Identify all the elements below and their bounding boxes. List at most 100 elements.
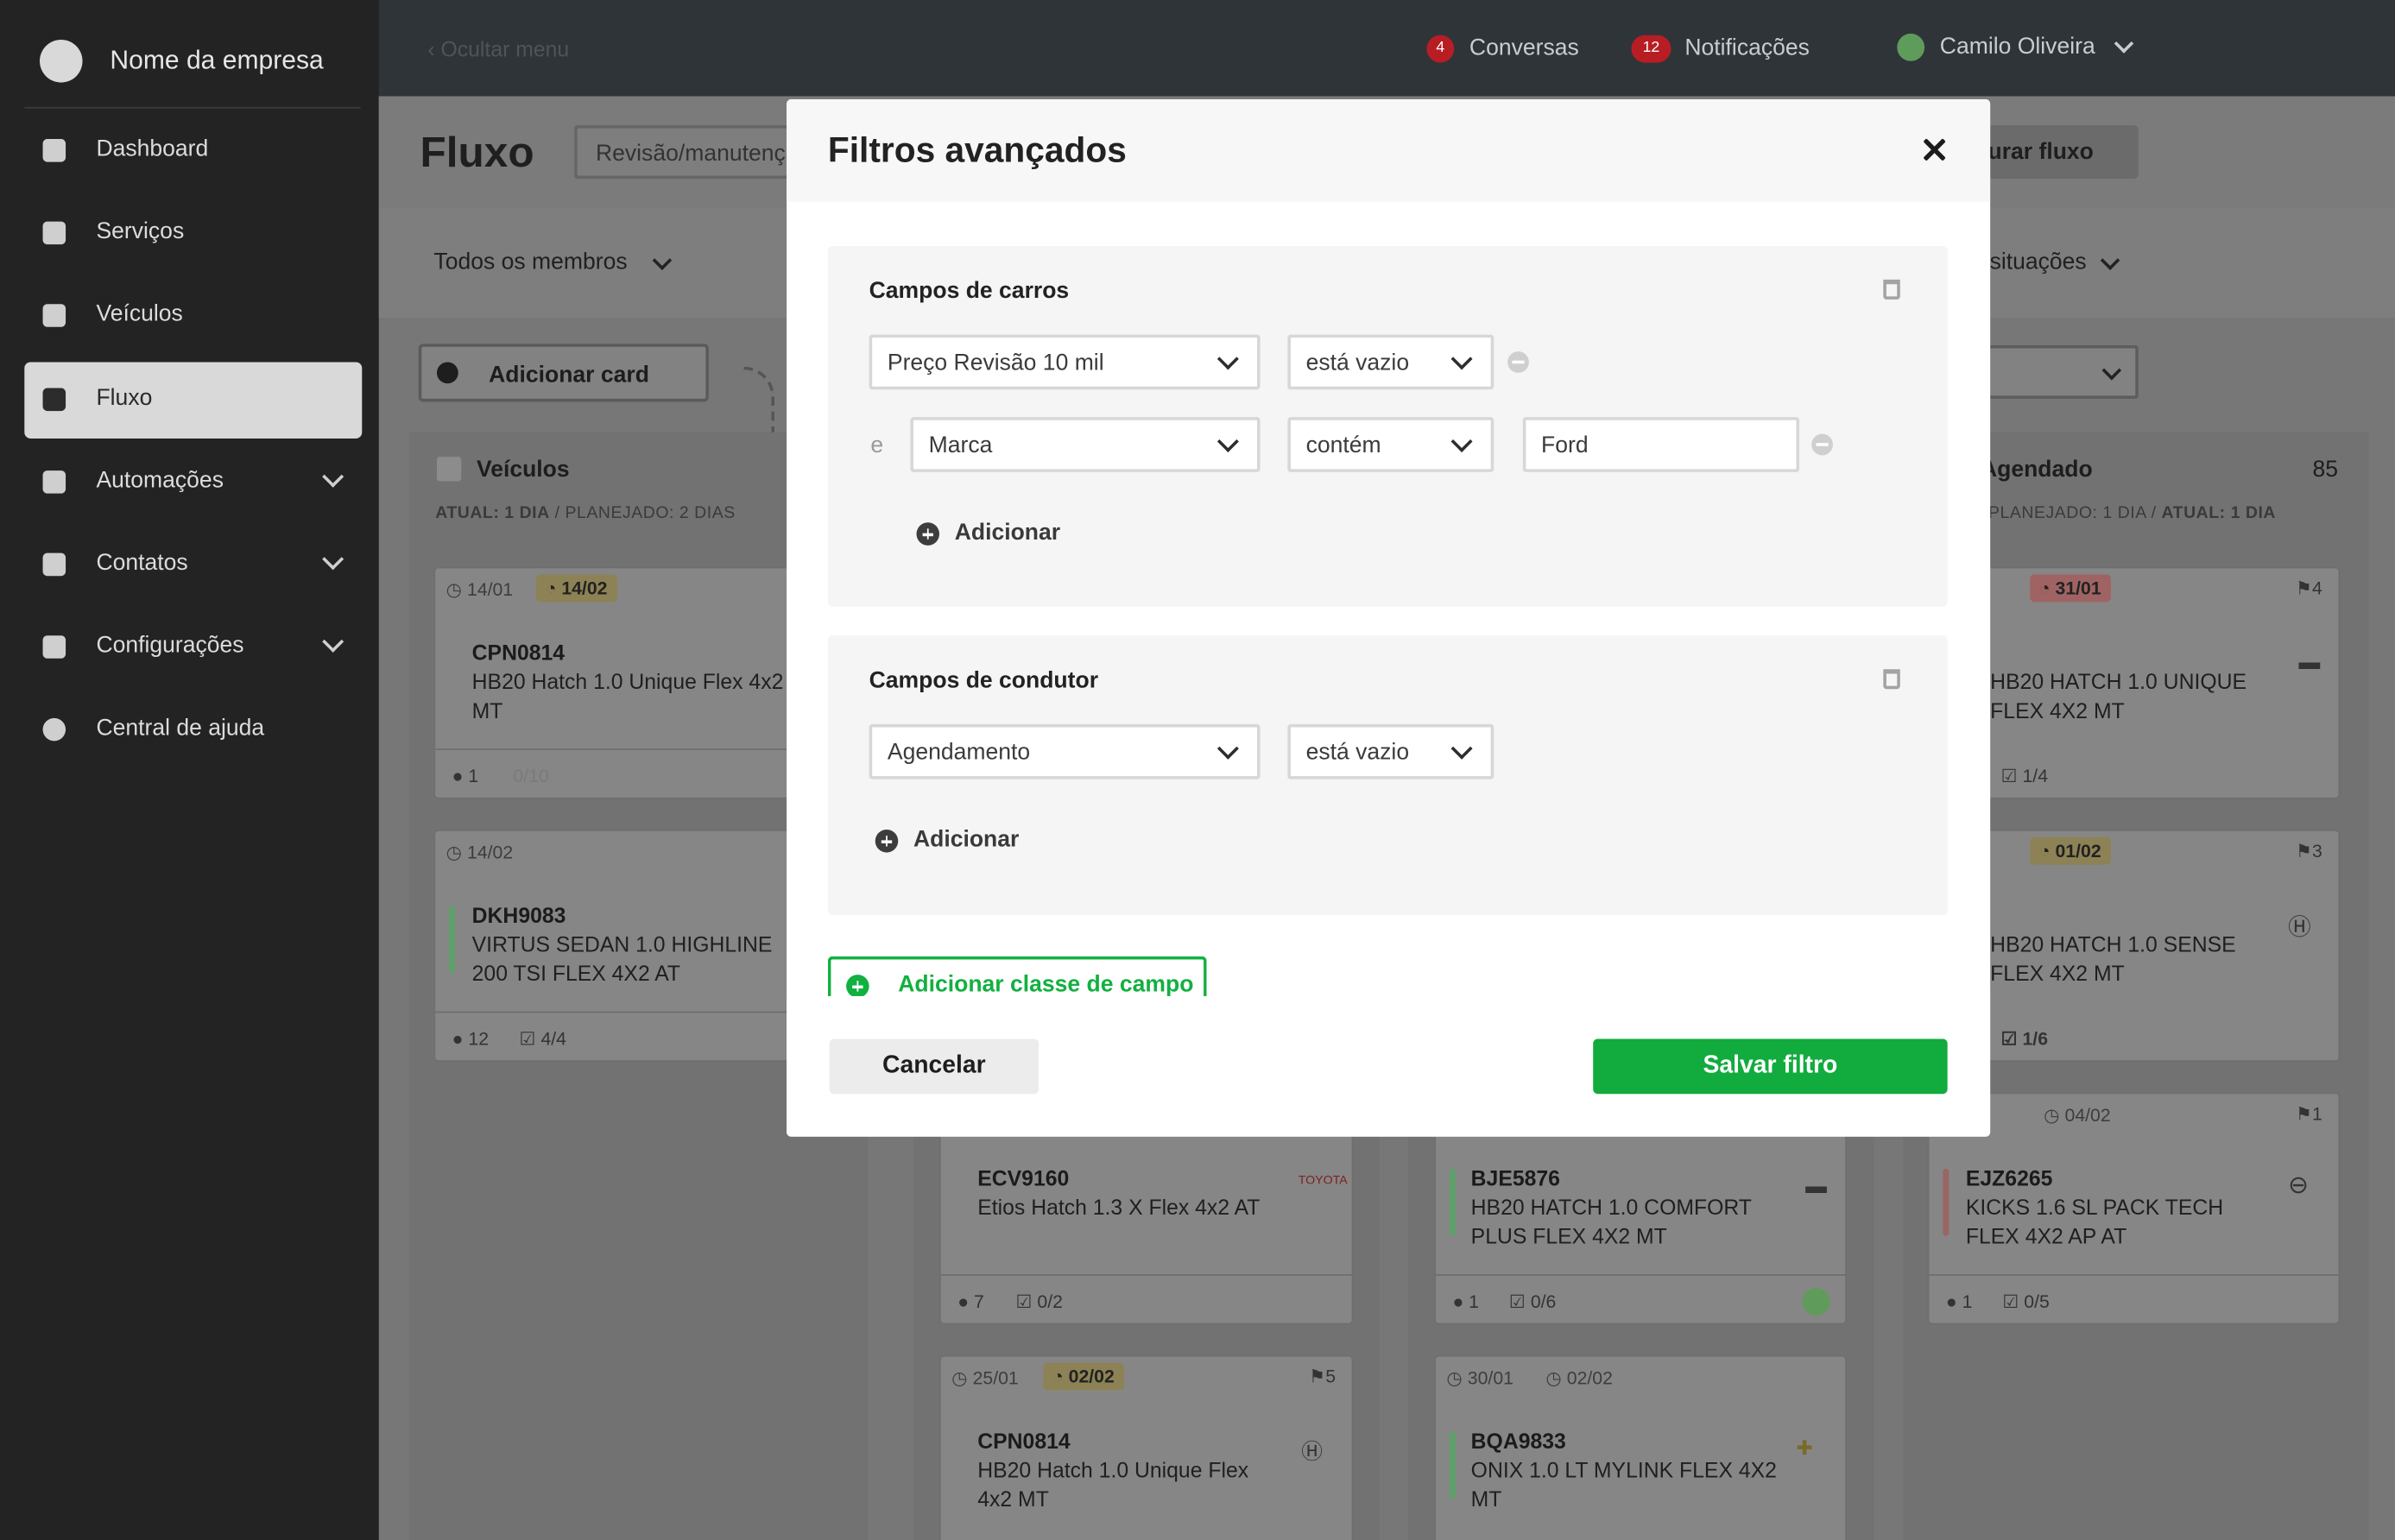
plus-circle-icon — [846, 975, 869, 998]
due-chip: ◔ 01/02 — [2030, 836, 2111, 865]
sidebar-item-automacoes[interactable]: Automações — [24, 445, 362, 521]
sidebar-item-veiculos[interactable]: Veículos — [24, 278, 362, 354]
comment-icon: ● — [452, 765, 469, 787]
card-flag: ⚑3 — [2296, 840, 2322, 862]
situations-filter[interactable]: Todas as situações — [1988, 249, 2086, 275]
field-select[interactable]: Marca — [910, 417, 1261, 472]
plus-circle-icon — [875, 830, 899, 853]
sidebar-item-servicos[interactable]: Serviços — [24, 196, 362, 272]
chevron-down-icon — [1216, 348, 1239, 370]
field-select[interactable]: Preço Revisão 10 mil — [869, 334, 1261, 390]
clock-icon: ◷ — [446, 578, 468, 601]
sidebar-item-label: Central de ajuda — [96, 715, 265, 742]
operator-select[interactable]: está vazio — [1287, 334, 1495, 390]
sidebar-item-contatos[interactable]: Contatos — [24, 527, 362, 603]
sidebar-item-configuracoes[interactable]: Configurações — [24, 609, 362, 685]
close-icon[interactable] — [1917, 133, 1950, 167]
assignee-avatar — [1802, 1287, 1830, 1316]
sidebar-item-fluxo[interactable]: Fluxo — [24, 362, 363, 439]
column-checkbox[interactable] — [436, 457, 462, 482]
card-model: ONIX 1.0 LT MYLINK FLEX 4X2 MT — [1470, 1457, 1777, 1512]
chevron-down-icon — [1450, 348, 1473, 370]
due-chip: ◔ 31/01 — [2030, 574, 2111, 603]
status-strip — [1449, 1431, 1456, 1499]
trash-icon[interactable] — [1883, 279, 1900, 300]
card-model: HB20 Hatch 1.0 Unique Flex 4x2 MT — [471, 669, 784, 723]
due-chip: ◔ 02/02 — [1043, 1362, 1124, 1391]
card-tasks: ☑ 1/4 — [2000, 765, 2049, 787]
sort-select[interactable] — [1985, 344, 2139, 399]
field-select[interactable]: Agendamento — [869, 723, 1261, 779]
card-date: ◷ 30/01 — [1446, 1367, 1513, 1389]
plus-icon — [436, 362, 458, 384]
card-tasks: 0/10 — [513, 765, 549, 787]
gear-icon — [42, 635, 66, 659]
card-comments: ● 7 — [957, 1291, 984, 1313]
user-menu[interactable]: Camilo Oliveira — [1940, 34, 2095, 60]
card-divider — [435, 748, 814, 750]
filter-group-title: Campos de condutor — [869, 667, 1099, 694]
operator-select[interactable]: está vazio — [1287, 723, 1495, 779]
chevron-down-icon — [322, 465, 344, 488]
comment-icon: ● — [452, 1028, 469, 1050]
chart-icon — [42, 139, 66, 162]
status-strip — [1449, 1168, 1456, 1236]
sidebar-item-label: Configurações — [96, 632, 244, 659]
tools-icon — [42, 221, 66, 245]
card-model: VIRTUS SEDAN 1.0 HIGHLINE 200 TSI FLEX 4… — [471, 931, 773, 986]
card-model: HB20 Hatch 1.0 Unique Flex 4x2 MT — [977, 1457, 1249, 1512]
flow-select[interactable]: Revisão/manutenção — [574, 125, 804, 180]
card-tasks: ☑ 1/6 — [2000, 1028, 2049, 1050]
robot-icon — [42, 470, 66, 494]
clock-icon: ◷ — [446, 842, 468, 863]
column-count: 85 — [2312, 457, 2338, 483]
card-plate: ECV9160 — [977, 1165, 1070, 1190]
card-tasks: ☑ 0/5 — [2002, 1291, 2050, 1313]
notifications-link[interactable]: Notificações — [1684, 35, 1810, 61]
clock-icon: ◔ — [2038, 577, 2056, 599]
comment-icon: ● — [1452, 1291, 1469, 1313]
configure-flow-button[interactable]: Configurar fluxo — [1970, 125, 2139, 180]
card-plate: BJE5876 — [1470, 1165, 1560, 1190]
remove-condition-icon[interactable] — [1507, 351, 1529, 373]
save-filter-button[interactable]: Salvar filtro — [1593, 1038, 1948, 1095]
add-condition-button[interactable]: Adicionar — [913, 826, 1019, 852]
card-flag: ⚑4 — [2296, 577, 2322, 599]
add-condition-button[interactable]: Adicionar — [955, 520, 1060, 546]
clock-icon: ◔ — [1052, 1366, 1069, 1388]
card-comments: ● 1 — [1452, 1291, 1480, 1313]
sidebar-item-dashboard[interactable]: Dashboard — [24, 113, 362, 189]
remove-condition-icon[interactable] — [1811, 433, 1833, 456]
clock-icon: ◔ — [2038, 840, 2056, 862]
card-model: Etios Hatch 1.3 X Flex 4x2 AT — [977, 1195, 1261, 1220]
sidebar-item-label: Automações — [96, 467, 224, 494]
trash-icon[interactable] — [1883, 669, 1900, 690]
card-model: HB20 HATCH 1.0 SENSE FLEX 4X2 MT — [1990, 931, 2236, 986]
column-times: ATUAL: 1 DIA / PLANEJADO: 2 DIAS — [435, 504, 736, 523]
hide-menu-link[interactable]: ‹ Ocultar menu — [427, 36, 569, 60]
flag-icon: ⚑ — [2296, 1102, 2313, 1125]
card-divider — [940, 1274, 1352, 1276]
notifications-badge: 12 — [1631, 35, 1671, 63]
card-divider — [435, 1011, 814, 1013]
flow-icon — [42, 388, 66, 412]
conversations-link[interactable]: Conversas — [1469, 35, 1579, 61]
flag-icon: ⚑ — [1309, 1366, 1326, 1388]
cancel-button[interactable]: Cancelar — [829, 1038, 1040, 1095]
card-date: ◷ 14/02 — [446, 842, 514, 863]
flag-icon: ⚑ — [2296, 840, 2313, 862]
card-flag: ⚑5 — [1309, 1366, 1337, 1388]
chevron-left-icon: ‹ — [427, 36, 435, 61]
due-chip: ◔ 14/02 — [535, 574, 617, 603]
card-flag: ⚑1 — [2296, 1102, 2322, 1125]
user-avatar — [1897, 33, 1925, 61]
card-due: ◷ 04/02 — [2044, 1104, 2111, 1127]
hyundai-logo: Ⓗ — [2288, 915, 2311, 942]
members-filter[interactable]: Todos os membros — [433, 249, 627, 275]
value-input[interactable]: Ford — [1522, 417, 1800, 472]
plus-circle-icon — [916, 522, 940, 546]
add-card-button[interactable]: Adicionar card — [418, 344, 709, 402]
operator-select[interactable]: contém — [1287, 417, 1495, 472]
sidebar-item-central-de-ajuda[interactable]: Central de ajuda — [24, 692, 362, 768]
clock-icon: ◷ — [1545, 1367, 1567, 1389]
